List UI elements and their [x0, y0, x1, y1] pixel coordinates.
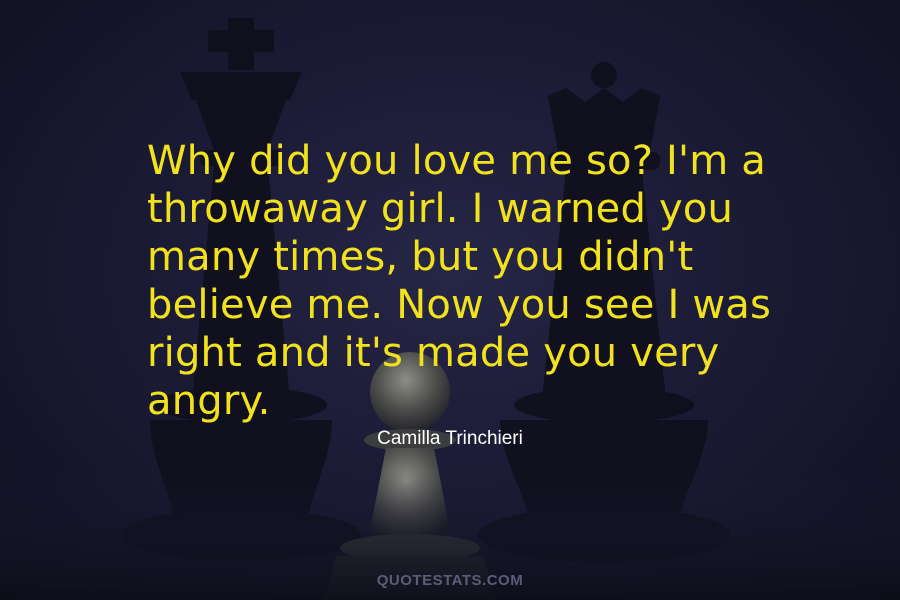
quote-line: throwaway girl. I warned you [147, 186, 734, 232]
quote-card: Why did you love me so? I'm a throwaway … [0, 0, 900, 600]
site-watermark: QUOTESTATS.COM [376, 572, 524, 589]
quote-text: Why did you love me so? I'm a throwaway … [147, 137, 827, 425]
quote-line: believe me. Now you see I was [147, 282, 772, 328]
quote-author: Camilla Trinchieri [377, 428, 523, 449]
quote-line: angry. [147, 378, 271, 424]
quote-line: Why did you love me so? I'm a [147, 138, 767, 184]
quote-line: many times, but you didn't [147, 234, 694, 280]
quote-line: right and it's made you very [147, 330, 720, 376]
